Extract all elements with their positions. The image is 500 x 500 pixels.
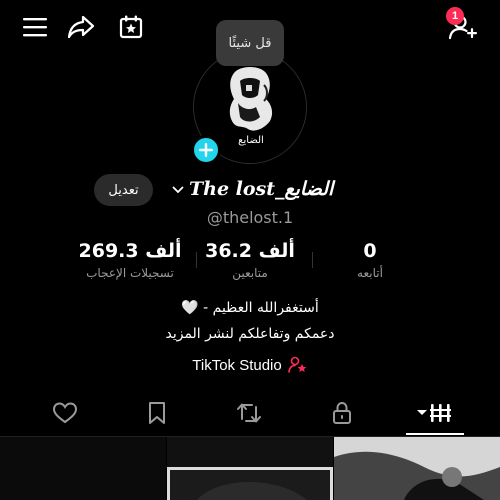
video-grid	[0, 437, 500, 500]
add-story-button[interactable]	[191, 135, 221, 165]
share-icon[interactable]	[66, 12, 96, 42]
plus-icon	[199, 143, 213, 157]
heart-icon	[52, 402, 78, 424]
profile-stats: 269.3 ألف تسجيلات الإعجاب 36.2 ألف متابع…	[0, 240, 500, 286]
lock-icon	[333, 401, 351, 424]
bio-line-2: دعمكم وتفاعلكم لنشر المزيد	[165, 326, 335, 342]
edit-profile-button[interactable]: تعديل	[94, 174, 153, 206]
thumbnail-image	[334, 437, 500, 500]
chevron-down-icon[interactable]	[172, 184, 184, 196]
tab-reposts[interactable]	[219, 393, 279, 433]
say-something-tooltip[interactable]: قل شيئًا	[216, 20, 284, 66]
video-thumbnail[interactable]	[334, 437, 500, 500]
display-name[interactable]: The lost_الضايع	[189, 178, 349, 200]
stat-likes[interactable]: 269.3 ألف تسجيلات الإعجاب	[70, 240, 190, 280]
profile-tabs	[0, 393, 500, 437]
stat-following[interactable]: 0 أتابعه	[330, 240, 410, 280]
video-thumbnail[interactable]	[167, 437, 333, 500]
tiktok-studio-link[interactable]: TikTok Studio	[0, 354, 500, 376]
bio-line-1: أستغفرالله العظيم - 🤍	[181, 300, 319, 316]
stat-followers[interactable]: 36.2 ألف متابعين	[200, 240, 300, 280]
stats-divider	[312, 252, 313, 268]
notification-badge: 1	[446, 7, 464, 25]
tab-private[interactable]	[312, 393, 372, 433]
calendar-star-icon[interactable]	[116, 12, 146, 42]
videos-grid-icon	[417, 404, 451, 422]
tiktok-studio-label: TikTok Studio	[192, 356, 282, 374]
followers-label: متابعين	[232, 266, 268, 280]
likes-count: 269.3 ألف	[78, 240, 182, 262]
following-label: أتابعه	[357, 266, 383, 280]
thumbnail-image	[167, 467, 333, 500]
stats-divider	[196, 252, 197, 268]
bookmark-icon	[149, 402, 165, 424]
creator-star-icon	[287, 356, 307, 373]
likes-label: تسجيلات الإعجاب	[86, 266, 174, 280]
tab-videos[interactable]	[405, 393, 465, 433]
followers-count: 36.2 ألف	[205, 240, 295, 262]
tab-favorites[interactable]	[127, 393, 187, 433]
menu-icon[interactable]	[20, 12, 50, 42]
active-tab-indicator	[406, 433, 464, 435]
video-thumbnail[interactable]	[0, 437, 166, 500]
tab-liked[interactable]	[35, 393, 95, 433]
following-count: 0	[363, 240, 377, 262]
name-row: تعديل The lost_الضايع	[0, 172, 500, 208]
repost-icon	[237, 403, 261, 423]
username-handle: @thelost.1	[206, 208, 294, 227]
